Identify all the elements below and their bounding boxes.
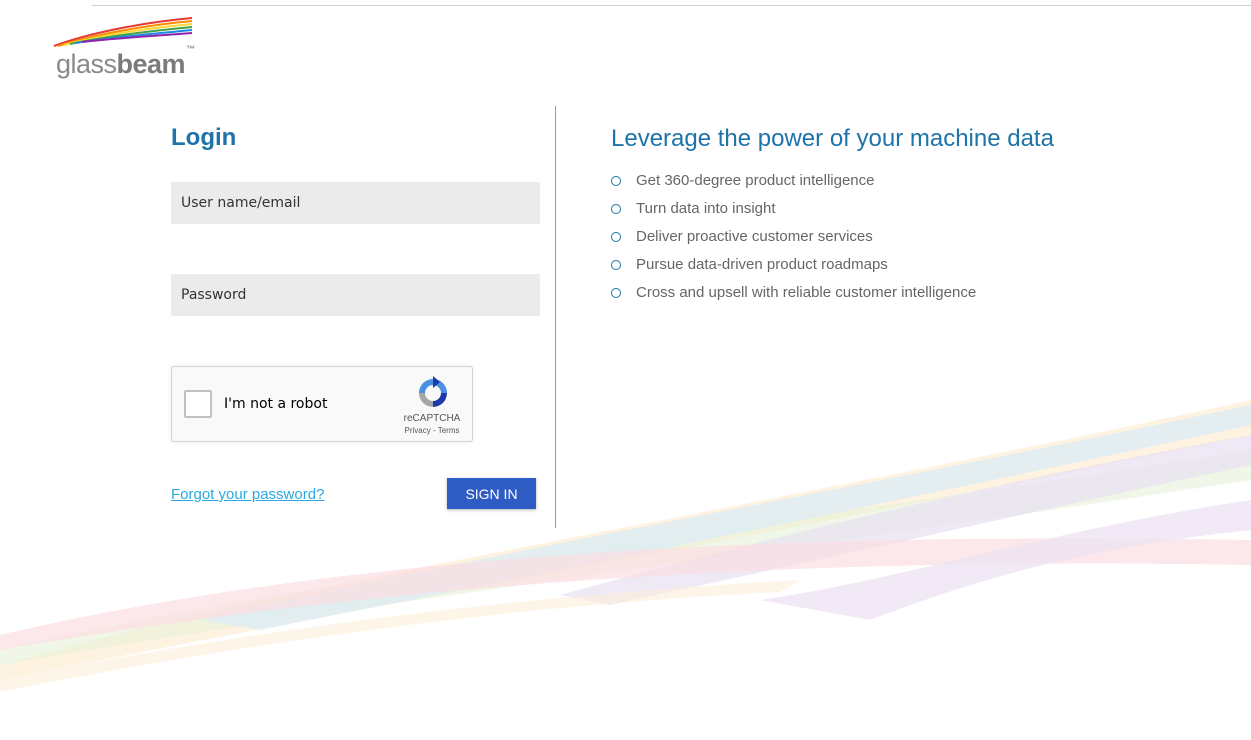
feature-item: Cross and upsell with reliable customer …: [611, 282, 976, 310]
feature-text: Deliver proactive customer services: [636, 228, 873, 245]
circle-bullet-icon: [611, 288, 621, 298]
username-placeholder: User name/email: [181, 195, 301, 211]
feature-item: Deliver proactive customer services: [611, 226, 976, 254]
password-placeholder: Password: [181, 287, 247, 303]
recaptcha-terms-link[interactable]: Terms: [438, 426, 460, 435]
circle-bullet-icon: [611, 260, 621, 270]
recaptcha-icon: [419, 376, 447, 407]
logo-text-light: glass: [56, 49, 117, 79]
feature-item: Turn data into insight: [611, 198, 976, 226]
forgot-password-link[interactable]: Forgot your password?: [171, 486, 324, 504]
feature-item: Pursue data-driven product roadmaps: [611, 254, 976, 282]
feature-text: Cross and upsell with reliable customer …: [636, 284, 977, 301]
circle-bullet-icon: [611, 232, 621, 242]
logo-text-bold: beam: [116, 49, 186, 79]
sign-in-button[interactable]: SIGN IN: [447, 478, 536, 509]
feature-text: Get 360-degree product intelligence: [636, 172, 875, 189]
password-input[interactable]: Password: [171, 274, 540, 316]
recaptcha-link-separator: -: [430, 426, 438, 435]
feature-item: Get 360-degree product intelligence: [611, 170, 976, 198]
feature-text: Pursue data-driven product roadmaps: [636, 256, 888, 273]
login-title: Login: [171, 124, 237, 151]
recaptcha-label: I'm not a robot: [224, 396, 328, 412]
glassbeam-logo[interactable]: glassbeam™: [52, 16, 212, 80]
recaptcha-checkbox[interactable]: [184, 390, 212, 418]
recaptcha-widget: I'm not a robot reCAPTCHA Privacy - Term…: [171, 366, 473, 442]
recaptcha-privacy-link[interactable]: Privacy: [405, 426, 431, 435]
circle-bullet-icon: [611, 176, 621, 186]
circle-bullet-icon: [611, 204, 621, 214]
recaptcha-brand: reCAPTCHA: [403, 413, 461, 424]
username-input[interactable]: User name/email: [171, 182, 540, 224]
feature-text: Turn data into insight: [636, 200, 776, 217]
top-border-line: [92, 5, 1251, 6]
marketing-headline: Leverage the power of your machine data: [611, 125, 1054, 152]
recaptcha-links: Privacy - Terms: [392, 426, 472, 436]
feature-list: Get 360-degree product intelligence Turn…: [611, 170, 976, 310]
logo-trademark: ™: [186, 44, 195, 54]
column-divider: [555, 106, 556, 528]
